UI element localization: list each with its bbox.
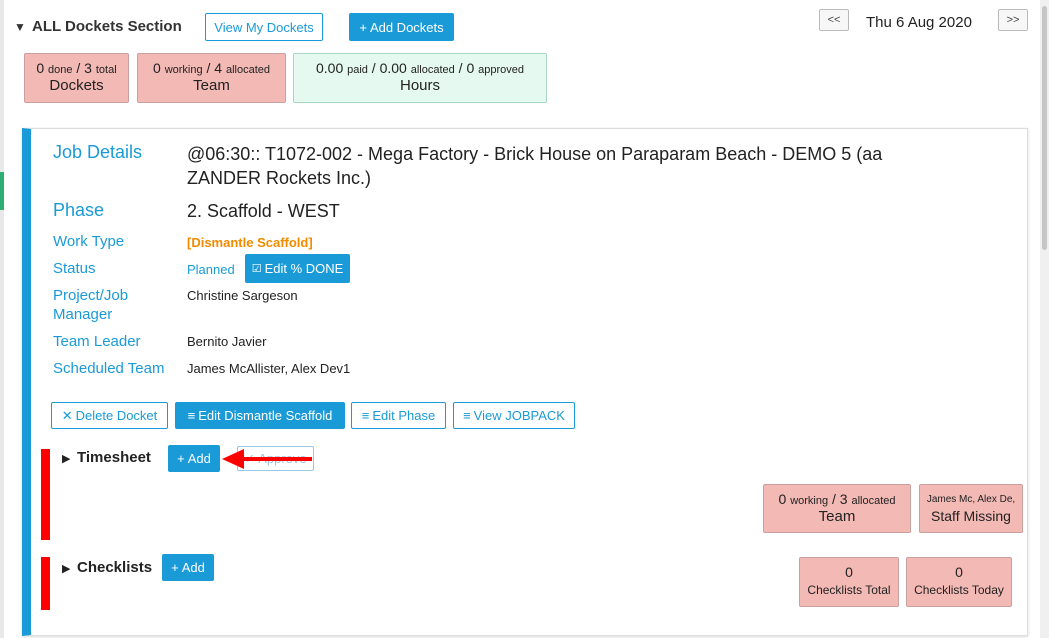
edit-dismantle-scaffold-label: Edit Dismantle Scaffold [198,408,333,423]
checkbox-icon: ☑ [251,263,262,275]
edit-phase-label: Edit Phase [372,408,436,423]
timesheet-add-button[interactable]: + Add [168,445,220,472]
project-manager-label-line1: Project/Job [53,287,129,304]
project-manager-label-line2: Manager [53,306,113,323]
job-card: Job Details @06:30:: T1072-002 - Mega Fa… [22,128,1028,636]
delete-docket-label: Delete Docket [75,408,158,423]
edit-done-label: Edit % DONE [264,261,344,276]
checklists-add-label: Add [181,560,205,575]
work-type-label: Work Type [53,233,125,250]
phase-label: Phase [53,200,105,220]
menu-icon: ≡ [187,408,196,423]
view-my-dockets-label: View My Dockets [214,19,314,35]
work-type-value: [Dismantle Scaffold] [187,235,313,250]
view-jobpack-button[interactable]: ≡ View JOBPACK [453,402,575,429]
scrollbar-thumb[interactable] [1042,6,1047,250]
dockets-stat: 0 done / 3 total Dockets [24,53,129,103]
add-dockets-label: Add Dockets [369,19,444,35]
scheduled-team-value: James McAllister, Alex Dev1 [187,361,351,376]
checklists-expand-caret-icon[interactable]: ▶ [62,562,70,575]
scheduled-team-label: Scheduled Team [53,360,165,377]
delete-docket-button[interactable]: ✕ Delete Docket [51,402,168,429]
job-details-value-line2: ZANDER Rockets Inc.) [187,168,372,188]
staff-missing-stat: James Mc, Alex De, Staff Missing [919,484,1023,533]
view-my-dockets-button[interactable]: View My Dockets [205,13,323,41]
phase-value: 2. Scaffold - WEST [187,201,340,221]
checklists-total-stat: 0 Checklists Total [799,557,899,607]
job-details-label: Job Details [53,142,143,162]
plus-icon: + [177,451,185,466]
checklists-today-stat: 0 Checklists Today [906,557,1012,607]
hours-stat: 0.00 paid / 0.00 allocated / 0 approved … [293,53,547,103]
view-jobpack-label: View JOBPACK [473,408,565,423]
prev-date-button[interactable]: << [819,9,849,31]
team-leader-label: Team Leader [53,333,141,350]
current-date: Thu 6 Aug 2020 [866,14,972,31]
close-icon: ✕ [61,407,73,423]
job-details-value-line1: @06:30:: T1072-002 - Mega Factory - Bric… [187,144,883,164]
status-label: Status [53,260,96,277]
checklists-title: Checklists [77,559,153,576]
edit-dismantle-scaffold-button[interactable]: ≡ Edit Dismantle Scaffold [175,402,345,429]
timesheet-team-stat: 0 working / 3 allocated Team [763,484,911,533]
section-title: ALL Dockets Section [32,18,182,35]
timesheet-expand-caret-icon[interactable]: ▶ [62,452,70,465]
next-date-button[interactable]: >> [998,9,1028,31]
timesheet-add-label: Add [187,451,211,466]
edit-phase-button[interactable]: ≡ Edit Phase [351,402,446,429]
checklists-marker [41,557,50,610]
timesheet-title: Timesheet [77,449,151,466]
collapse-caret-icon[interactable]: ▼ [14,20,26,34]
menu-icon: ≡ [361,408,370,423]
dockets-frame: ▼ ALL Dockets Section View My Dockets + … [4,0,1040,638]
project-manager-value: Christine Sargeson [187,288,298,303]
edit-done-button[interactable]: ☑ Edit % DONE [245,254,350,283]
add-dockets-button[interactable]: + Add Dockets [349,13,454,41]
team-stat: 0 working / 4 allocated Team [137,53,286,103]
menu-icon: ≡ [463,408,471,423]
annotation-arrow-icon [222,449,312,469]
timesheet-marker [41,449,50,540]
team-leader-value: Bernito Javier [187,334,267,349]
plus-icon: + [171,560,179,575]
checklists-add-button[interactable]: + Add [162,554,214,581]
page-scrollbar[interactable] [1040,0,1049,638]
status-value: Planned [187,262,235,277]
plus-icon: + [359,19,367,35]
